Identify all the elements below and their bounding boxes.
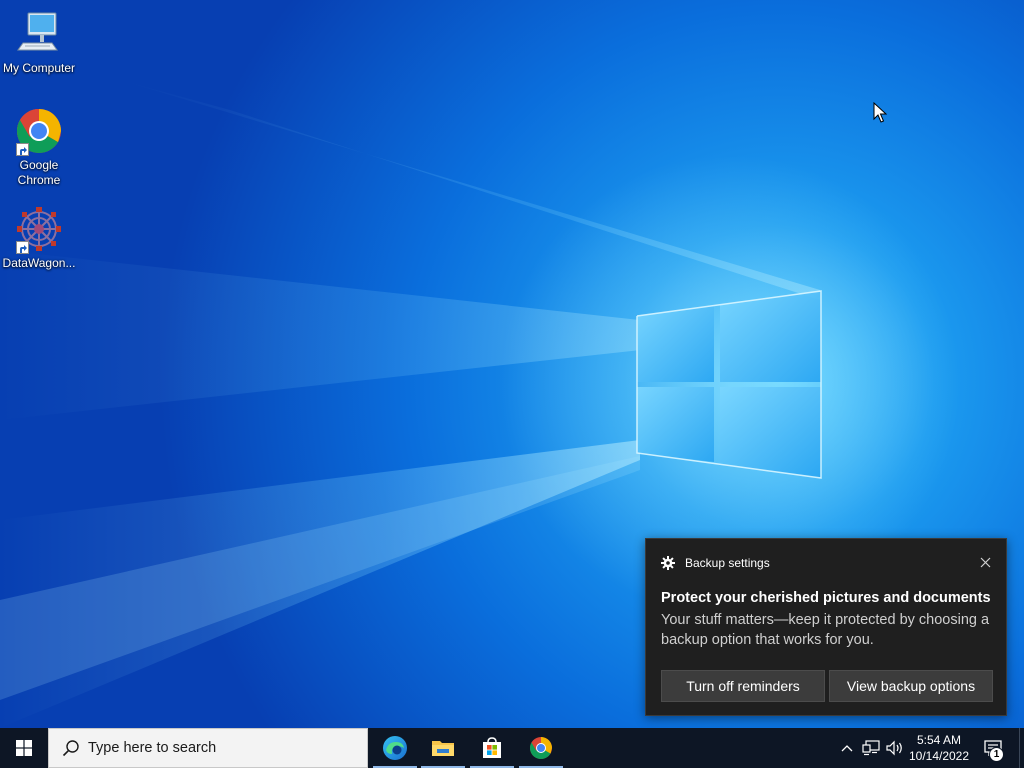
windows-start-icon bbox=[16, 740, 32, 756]
mouse-pointer-icon bbox=[873, 101, 888, 124]
gear-icon bbox=[661, 556, 675, 570]
shortcut-arrow-icon bbox=[16, 241, 29, 254]
desktop-icon-datawagon[interactable]: DataWagon... bbox=[0, 205, 78, 271]
show-desktop-button[interactable] bbox=[1019, 728, 1024, 768]
desktop-icon-label: Google Chrome bbox=[17, 158, 61, 187]
clock-time: 5:54 AM bbox=[916, 733, 962, 747]
show-hidden-icons-button[interactable] bbox=[838, 728, 856, 768]
file-explorer-icon bbox=[432, 741, 454, 756]
datawagon-icon bbox=[15, 205, 63, 254]
taskbar-edge[interactable] bbox=[371, 728, 419, 768]
search-icon bbox=[62, 740, 79, 757]
computer-icon bbox=[15, 10, 63, 58]
desktop-icon-label: My Computer bbox=[2, 61, 76, 75]
taskbar-clock[interactable]: 5:54 AM 10/14/2022 bbox=[906, 728, 972, 768]
taskbar-store[interactable] bbox=[468, 728, 516, 768]
taskbar: Type here to search 5:54 AM 10/14/2022 bbox=[0, 728, 1024, 768]
view-backup-options-button[interactable]: View backup options bbox=[829, 670, 993, 702]
turn-off-reminders-button[interactable]: Turn off reminders bbox=[661, 670, 825, 702]
store-icon bbox=[483, 737, 501, 758]
search-placeholder: Type here to search bbox=[88, 740, 217, 756]
desktop-icon-google-chrome[interactable]: Google Chrome bbox=[0, 107, 78, 188]
backup-toast-notification[interactable]: Backup settings Protect your cherished p… bbox=[645, 538, 1007, 716]
toast-title: Protect your cherished pictures and docu… bbox=[661, 590, 991, 606]
chrome-icon bbox=[15, 107, 63, 156]
desktop-icon-label: DataWagon... bbox=[2, 256, 76, 270]
clock-date: 10/14/2022 bbox=[908, 749, 970, 763]
speaker-icon bbox=[886, 740, 902, 756]
shortcut-arrow-icon bbox=[16, 143, 29, 156]
notification-count-badge: 1 bbox=[989, 747, 1004, 762]
chevron-up-icon bbox=[841, 745, 853, 752]
toast-body-text: Your stuff matters—keep it protected by … bbox=[661, 612, 990, 648]
edge-icon bbox=[383, 736, 407, 760]
start-button[interactable] bbox=[0, 728, 48, 768]
toast-app-name: Backup settings bbox=[685, 556, 770, 570]
network-icon bbox=[862, 740, 880, 756]
taskbar-search-box[interactable]: Type here to search bbox=[48, 728, 368, 768]
close-icon bbox=[980, 557, 990, 567]
taskbar-chrome[interactable] bbox=[517, 728, 565, 768]
chrome-icon bbox=[530, 737, 552, 759]
desktop-icon-my-computer[interactable]: My Computer bbox=[0, 10, 78, 76]
volume-tray-button[interactable] bbox=[884, 728, 906, 768]
toast-header: Backup settings bbox=[661, 556, 770, 570]
taskbar-file-explorer[interactable] bbox=[419, 728, 467, 768]
network-tray-button[interactable] bbox=[860, 728, 882, 768]
toast-close-button[interactable] bbox=[978, 555, 992, 569]
